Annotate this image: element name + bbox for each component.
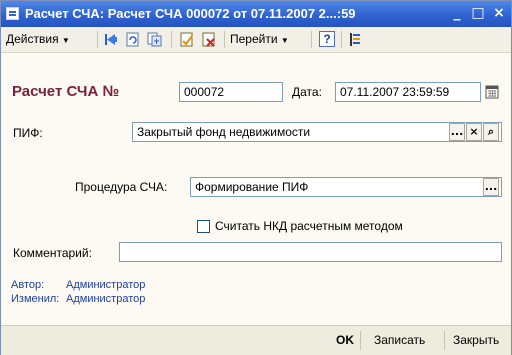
structure-icon[interactable]	[348, 32, 364, 47]
actions-menu-label: Действия	[6, 32, 59, 46]
nkd-label[interactable]: Считать НКД расчетным методом	[215, 219, 403, 233]
button-separator	[444, 331, 445, 350]
document-window: Расчет СЧА: Расчет СЧА 000072 от 07.11.2…	[0, 0, 512, 355]
toolbar-separator	[171, 31, 172, 48]
procedure-field[interactable]: Формирование ПИФ	[190, 177, 502, 197]
toolbar-separator	[341, 31, 342, 48]
close-window-button[interactable]: ×	[491, 5, 507, 21]
minimize-button[interactable]: _	[449, 5, 465, 21]
calendar-icon[interactable]	[485, 85, 499, 99]
select-button[interactable]: ...	[483, 178, 499, 196]
document-number-label: Расчет СЧА №	[12, 83, 120, 100]
nkd-checkbox[interactable]	[197, 220, 210, 233]
toolbar-separator	[97, 31, 98, 48]
close-button[interactable]: Закрыть	[453, 333, 499, 347]
maximize-button[interactable]: □	[470, 5, 486, 21]
unpost-doc-icon[interactable]	[201, 32, 217, 47]
author-label: Автор:	[11, 279, 45, 291]
select-button[interactable]: ...	[449, 123, 465, 141]
arrow-left-blue-icon[interactable]	[104, 32, 120, 47]
document-icon	[6, 7, 19, 20]
date-field[interactable]: 07.11.2007 23:59:59	[335, 82, 481, 102]
chevron-down-icon: ▼	[280, 36, 289, 45]
pif-value: Закрытый фонд недвижимости	[137, 125, 311, 139]
title-bar[interactable]: Расчет СЧА: Расчет СЧА 000072 от 07.11.2…	[1, 1, 511, 27]
toolbar-separator	[224, 31, 225, 48]
goto-menu-button[interactable]: Перейти ▼	[230, 30, 289, 49]
date-label: Дата:	[292, 85, 322, 99]
ok-button[interactable]: OK	[336, 333, 354, 347]
changed-label: Изменил:	[11, 293, 60, 305]
pif-label: ПИФ:	[13, 126, 43, 140]
procedure-value: Формирование ПИФ	[195, 180, 309, 194]
procedure-label: Процедура СЧА:	[75, 180, 168, 194]
toolbar-separator	[311, 31, 312, 48]
button-bar: OK Записать Закрыть	[1, 325, 511, 355]
help-icon[interactable]: ?	[319, 31, 335, 47]
open-search-icon[interactable]: ⌕	[483, 123, 499, 141]
document-number-field[interactable]: 000072	[179, 82, 283, 102]
comment-field[interactable]	[119, 242, 502, 262]
toolbar: Действия ▼ Перейти ▼ ?	[1, 27, 511, 53]
actions-menu-button[interactable]: Действия ▼	[6, 30, 70, 49]
button-separator	[360, 331, 361, 350]
comment-label: Комментарий:	[13, 246, 92, 260]
pif-field[interactable]: Закрытый фонд недвижимости	[132, 122, 502, 142]
post-doc-icon[interactable]	[179, 32, 195, 47]
refresh-doc-icon[interactable]	[125, 32, 141, 47]
chevron-down-icon: ▼	[61, 36, 70, 45]
clear-x-icon[interactable]: ×	[466, 123, 482, 141]
save-button[interactable]: Записать	[374, 333, 425, 347]
window-title: Расчет СЧА: Расчет СЧА 000072 от 07.11.2…	[25, 6, 356, 21]
author-value: Администратор	[66, 279, 146, 291]
changed-value: Администратор	[66, 293, 146, 305]
copy-doc-icon[interactable]	[147, 32, 163, 47]
goto-menu-label: Перейти	[230, 32, 278, 46]
